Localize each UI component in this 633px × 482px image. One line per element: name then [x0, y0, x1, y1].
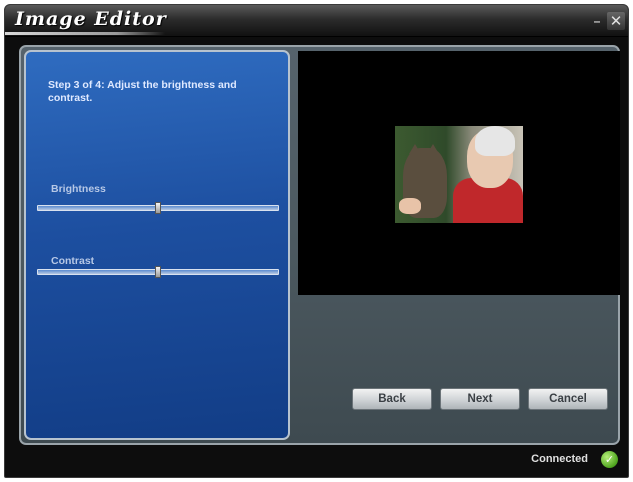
preview-photo	[395, 126, 523, 223]
photo-cat-ear	[427, 144, 439, 154]
brightness-slider-thumb[interactable]	[155, 202, 161, 214]
photo-cat-ear	[409, 144, 421, 154]
minimize-icon[interactable]: –	[588, 12, 606, 30]
contrast-slider-thumb[interactable]	[155, 266, 161, 278]
next-button[interactable]: Next	[440, 388, 520, 410]
title-bar[interactable]: Image Editor – ✕	[5, 5, 628, 37]
cancel-button[interactable]: Cancel	[528, 388, 608, 410]
photo-hair	[475, 126, 515, 156]
connection-status: Connected	[531, 453, 588, 465]
image-editor-window: Image Editor – ✕ Step 3 of 4: Adjust the…	[4, 4, 629, 478]
main-content: Step 3 of 4: Adjust the brightness and c…	[19, 45, 620, 445]
window-title: Image Editor	[15, 8, 167, 30]
check-circle-icon: ✓	[601, 451, 618, 468]
image-preview	[298, 51, 620, 295]
settings-panel: Step 3 of 4: Adjust the brightness and c…	[24, 50, 290, 440]
close-icon[interactable]: ✕	[607, 12, 625, 30]
back-button[interactable]: Back	[352, 388, 432, 410]
brightness-label: Brightness	[51, 183, 106, 195]
photo-hand	[399, 198, 421, 214]
step-instructions: Step 3 of 4: Adjust the brightness and c…	[48, 79, 237, 104]
brightness-slider[interactable]	[37, 202, 279, 214]
contrast-label: Contrast	[51, 255, 95, 267]
title-underline	[5, 32, 165, 35]
contrast-slider[interactable]	[37, 266, 279, 278]
